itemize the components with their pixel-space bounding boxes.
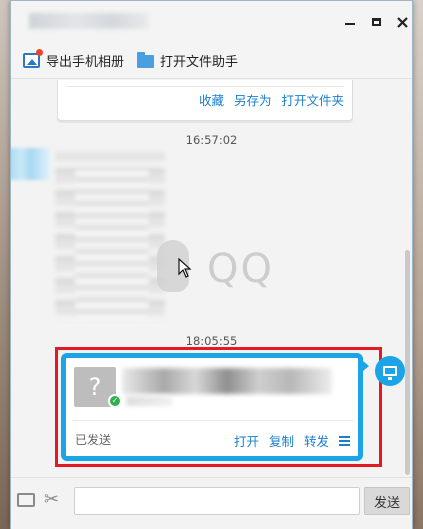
export-phone-album-button[interactable]: 导出手机相册 [23,48,125,70]
chat-scrollbar[interactable] [405,250,410,475]
minimize-icon [345,23,355,25]
message-timestamp: 18:05:55 [185,334,238,348]
mouse-cursor-icon [178,258,192,278]
divider [72,420,354,421]
previous-file-card: 收藏 另存为 打开文件夹 [57,80,353,121]
maximize-icon [371,18,381,26]
sender-avatar-blurred [11,148,51,180]
open-file-link[interactable]: 打开 [234,431,259,450]
previous-file-preview [66,80,344,87]
bubble-pointer [363,361,369,371]
open-file-helper-button[interactable]: 打开文件助手 [137,50,238,70]
folder-icon [137,51,154,68]
save-as-link[interactable]: 另存为 [234,90,272,109]
send-button[interactable]: 发送 [364,487,410,515]
screenshot-scissors-icon[interactable]: ✂ [44,489,59,510]
image-message-content-blurred [75,170,149,320]
chat-toolbar: 导出手机相册 打开文件助手 [11,41,412,79]
maximize-button[interactable] [365,11,387,33]
favorite-link[interactable]: 收藏 [199,90,224,109]
send-file-folder-icon[interactable] [17,493,35,507]
more-menu-icon[interactable] [339,435,350,446]
sent-file-actions: 打开 复制 转发 [234,431,350,450]
open-file-helper-label: 打开文件助手 [160,54,239,70]
contact-name-blurred [29,13,149,29]
qq-chat-window: 导出手机相册 打开文件助手 收藏 另存为 打开文件夹 16:57:02 QQ 1… [10,0,413,529]
message-input[interactable] [74,487,360,515]
file-status-text: 已发送 [75,433,112,447]
message-timestamp: 16:57:02 [185,133,238,147]
export-album-icon [23,48,43,68]
copy-file-link[interactable]: 复制 [269,431,294,450]
sent-success-check-icon: ✓ [108,394,122,408]
self-device-avatar[interactable] [375,356,405,386]
export-phone-album-label: 导出手机相册 [46,54,125,70]
close-icon [396,16,408,28]
computer-monitor-icon [383,366,397,380]
close-button[interactable] [391,11,413,33]
sent-file-card[interactable]: ? ✓ 已发送 打开 复制 转发 [61,353,363,461]
title-bar[interactable] [11,1,412,41]
qq-watermark-text: QQ [207,246,274,292]
chat-history[interactable]: 收藏 另存为 打开文件夹 16:57:02 QQ 18:05:55 ? ✓ 已发… [11,80,412,477]
file-size-blurred [126,396,172,406]
open-folder-link[interactable]: 打开文件夹 [281,90,344,109]
file-name-blurred [122,368,332,394]
input-bar: ✂ 发送 [11,477,412,529]
previous-file-actions: 收藏 另存为 打开文件夹 [199,90,344,109]
minimize-button[interactable] [339,11,361,33]
forward-file-link[interactable]: 转发 [304,431,329,450]
